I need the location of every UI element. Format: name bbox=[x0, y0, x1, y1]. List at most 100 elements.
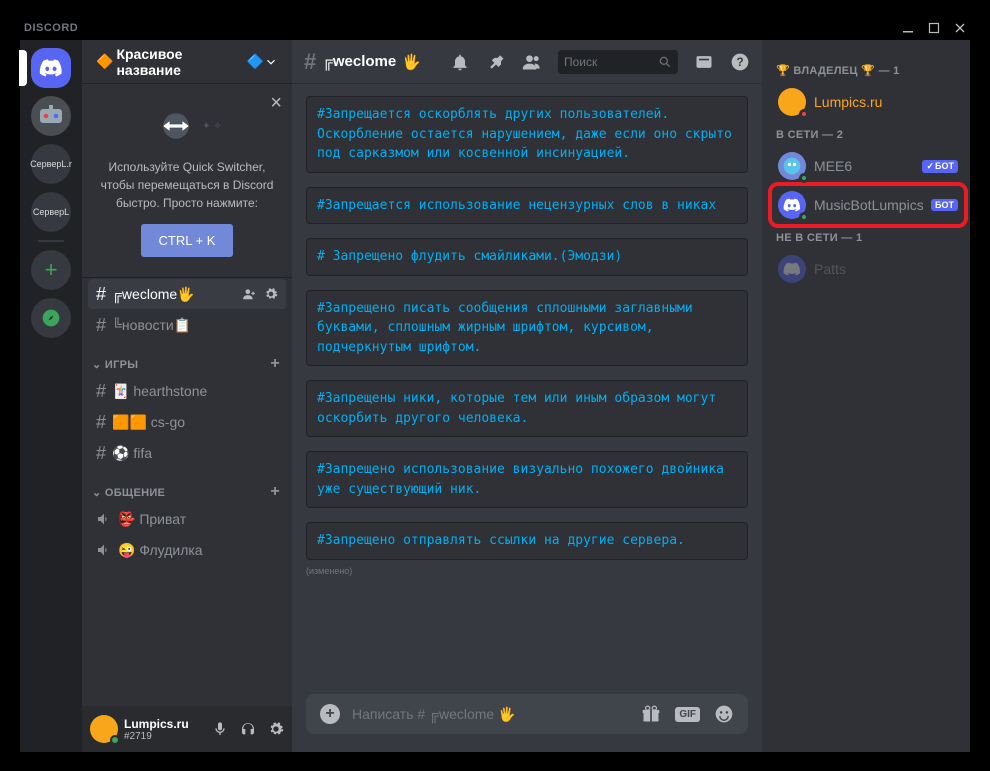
channel-item[interactable]: #⚽ fifa bbox=[88, 438, 286, 468]
role-header: В СЕТИ — 2 bbox=[776, 129, 960, 141]
robot-icon bbox=[38, 105, 64, 127]
member-avatar bbox=[778, 152, 806, 180]
member-avatar bbox=[778, 88, 806, 116]
quick-switcher-button[interactable]: CTRL + K bbox=[141, 224, 234, 257]
member-item[interactable]: Patts bbox=[772, 250, 964, 288]
messages-area: #Запрещается оскорблять других пользоват… bbox=[292, 84, 762, 694]
add-person-icon[interactable] bbox=[242, 287, 256, 301]
user-discriminator: #2719 bbox=[124, 731, 206, 742]
speaker-icon bbox=[96, 511, 112, 527]
message-block: #Запрещены ники, которые тем или иным об… bbox=[306, 380, 748, 437]
channel-name: ╚новости bbox=[112, 317, 174, 333]
bot-badge: БОТ bbox=[931, 199, 958, 211]
message-block: # Запрещено флудить смайликами.(Эмодзи) bbox=[306, 238, 748, 276]
channel-emoji: 👺 bbox=[118, 511, 135, 527]
members-panel: 🏆 ВЛАДЕЛЕЦ 🏆 — 1 Lumpics.ru В СЕТИ — 2 M… bbox=[762, 40, 970, 752]
quick-switcher-text: Используйте Quick Switcher, чтобы переме… bbox=[94, 158, 280, 212]
close-icon[interactable]: × bbox=[270, 92, 282, 115]
user-panel: Lumpics.ru #2719 bbox=[82, 706, 292, 752]
search-icon bbox=[658, 55, 672, 69]
channel-item[interactable]: 👺 Приват bbox=[88, 504, 286, 534]
member-name: MEE6 bbox=[814, 158, 914, 174]
window-minimize-icon[interactable] bbox=[902, 22, 914, 34]
user-avatar[interactable] bbox=[90, 715, 118, 743]
message-input[interactable]: + Написать # ╔weclome 🖐 GIF bbox=[306, 694, 748, 734]
status-online-icon bbox=[110, 735, 120, 745]
add-server-button[interactable]: + bbox=[31, 250, 71, 290]
gear-icon[interactable] bbox=[268, 721, 284, 737]
search-input[interactable]: Поиск bbox=[558, 50, 678, 74]
channel-list: # ╔weclome🖐 # ╚новости📋 ⌄ ИГРЫ + #🃏 hear… bbox=[82, 278, 292, 706]
guild-item[interactable] bbox=[31, 96, 71, 136]
headphones-icon[interactable] bbox=[240, 721, 256, 737]
member-avatar bbox=[778, 191, 806, 219]
role-header: 🏆 ВЛАДЕЛЕЦ 🏆 — 1 bbox=[776, 64, 960, 77]
channel-item[interactable]: # ╔weclome🖐 bbox=[88, 279, 286, 309]
channel-item[interactable]: # ╚новости📋 bbox=[88, 310, 286, 340]
channel-item[interactable]: #🟧🟧 cs-go bbox=[88, 407, 286, 437]
window-close-icon[interactable] bbox=[954, 22, 966, 34]
compass-icon bbox=[41, 308, 61, 328]
home-button[interactable] bbox=[31, 48, 71, 88]
pin-icon[interactable] bbox=[486, 52, 506, 72]
quick-switcher-card: × ✦ ✧ Используйте Quick Switcher, чтобы … bbox=[82, 84, 292, 278]
help-icon[interactable]: ? bbox=[730, 52, 750, 72]
member-item[interactable]: MEE6 ✓ БОТ bbox=[772, 147, 964, 185]
channel-emoji: 🃏 bbox=[112, 383, 129, 399]
guild-item[interactable]: СерверL bbox=[31, 192, 71, 232]
explore-button[interactable] bbox=[31, 298, 71, 338]
discord-logo-icon bbox=[39, 59, 63, 77]
category-name: ОБЩЕНИЕ bbox=[105, 487, 165, 499]
edited-label: (изменено) bbox=[306, 566, 748, 576]
hash-icon: # bbox=[96, 412, 106, 433]
channel-item[interactable]: #🃏 hearthstone bbox=[88, 376, 286, 406]
chevron-down-icon bbox=[264, 55, 278, 69]
add-channel-icon[interactable]: + bbox=[270, 483, 280, 501]
mic-icon[interactable] bbox=[212, 721, 228, 737]
search-placeholder: Поиск bbox=[564, 55, 597, 69]
guild-separator bbox=[38, 240, 64, 242]
gift-icon[interactable] bbox=[641, 704, 661, 724]
attach-icon[interactable]: + bbox=[320, 704, 340, 724]
channel-name: cs-go bbox=[151, 414, 185, 430]
message-block: #Запрещается оскорблять других пользоват… bbox=[306, 96, 748, 173]
bot-badge: ✓ БОТ bbox=[922, 160, 958, 173]
category-header[interactable]: ⌄ ОБЩЕНИЕ + bbox=[88, 469, 286, 503]
hash-icon: # bbox=[96, 284, 106, 305]
speaker-icon bbox=[96, 542, 112, 558]
selection-pill bbox=[19, 50, 27, 86]
status-online-icon bbox=[799, 212, 809, 222]
quick-switcher-art: ✦ ✧ bbox=[94, 102, 280, 150]
channel-emoji: 🖐 bbox=[402, 53, 421, 71]
member-name: Patts bbox=[814, 261, 958, 277]
channel-name: Приват bbox=[139, 511, 186, 527]
channels-sidebar: 🔶Красивое название🔷 × ✦ ✧ Используйте Qu… bbox=[82, 40, 292, 752]
user-name: Lumpics.ru bbox=[124, 717, 206, 731]
channel-emoji: 📋 bbox=[174, 317, 191, 333]
window-maximize-icon[interactable] bbox=[928, 22, 940, 34]
server-header[interactable]: 🔶Красивое название🔷 bbox=[82, 40, 292, 84]
hash-icon: # bbox=[96, 315, 106, 336]
status-online-icon bbox=[799, 173, 809, 183]
user-info[interactable]: Lumpics.ru #2719 bbox=[124, 717, 206, 742]
gear-icon[interactable] bbox=[264, 287, 278, 301]
message-input-area: + Написать # ╔weclome 🖐 GIF bbox=[292, 694, 762, 752]
members-icon[interactable] bbox=[522, 52, 542, 72]
message-block: #Запрещается использование нецензурных с… bbox=[306, 187, 748, 225]
hash-icon: # bbox=[96, 443, 106, 464]
guild-rail: СерверL.r СерверL + bbox=[20, 40, 82, 752]
role-header: НЕ В СЕТИ — 1 bbox=[776, 232, 960, 244]
member-item-highlighted[interactable]: MusicBotLumpics БОТ bbox=[772, 186, 964, 224]
inbox-icon[interactable] bbox=[694, 52, 714, 72]
category-header[interactable]: ⌄ ИГРЫ + bbox=[88, 341, 286, 375]
emoji-icon[interactable] bbox=[714, 704, 734, 724]
server-name: 🔶Красивое название🔷 bbox=[96, 46, 264, 78]
gif-icon[interactable]: GIF bbox=[675, 707, 700, 722]
bell-icon[interactable] bbox=[450, 52, 470, 72]
channel-item[interactable]: 😜 Флудилка bbox=[88, 535, 286, 565]
guild-item[interactable]: СерверL.r bbox=[31, 144, 71, 184]
channel-emoji: 😜 bbox=[118, 542, 135, 558]
channel-name: fifa bbox=[133, 445, 152, 461]
add-channel-icon[interactable]: + bbox=[270, 355, 280, 373]
member-item[interactable]: Lumpics.ru bbox=[772, 83, 964, 121]
